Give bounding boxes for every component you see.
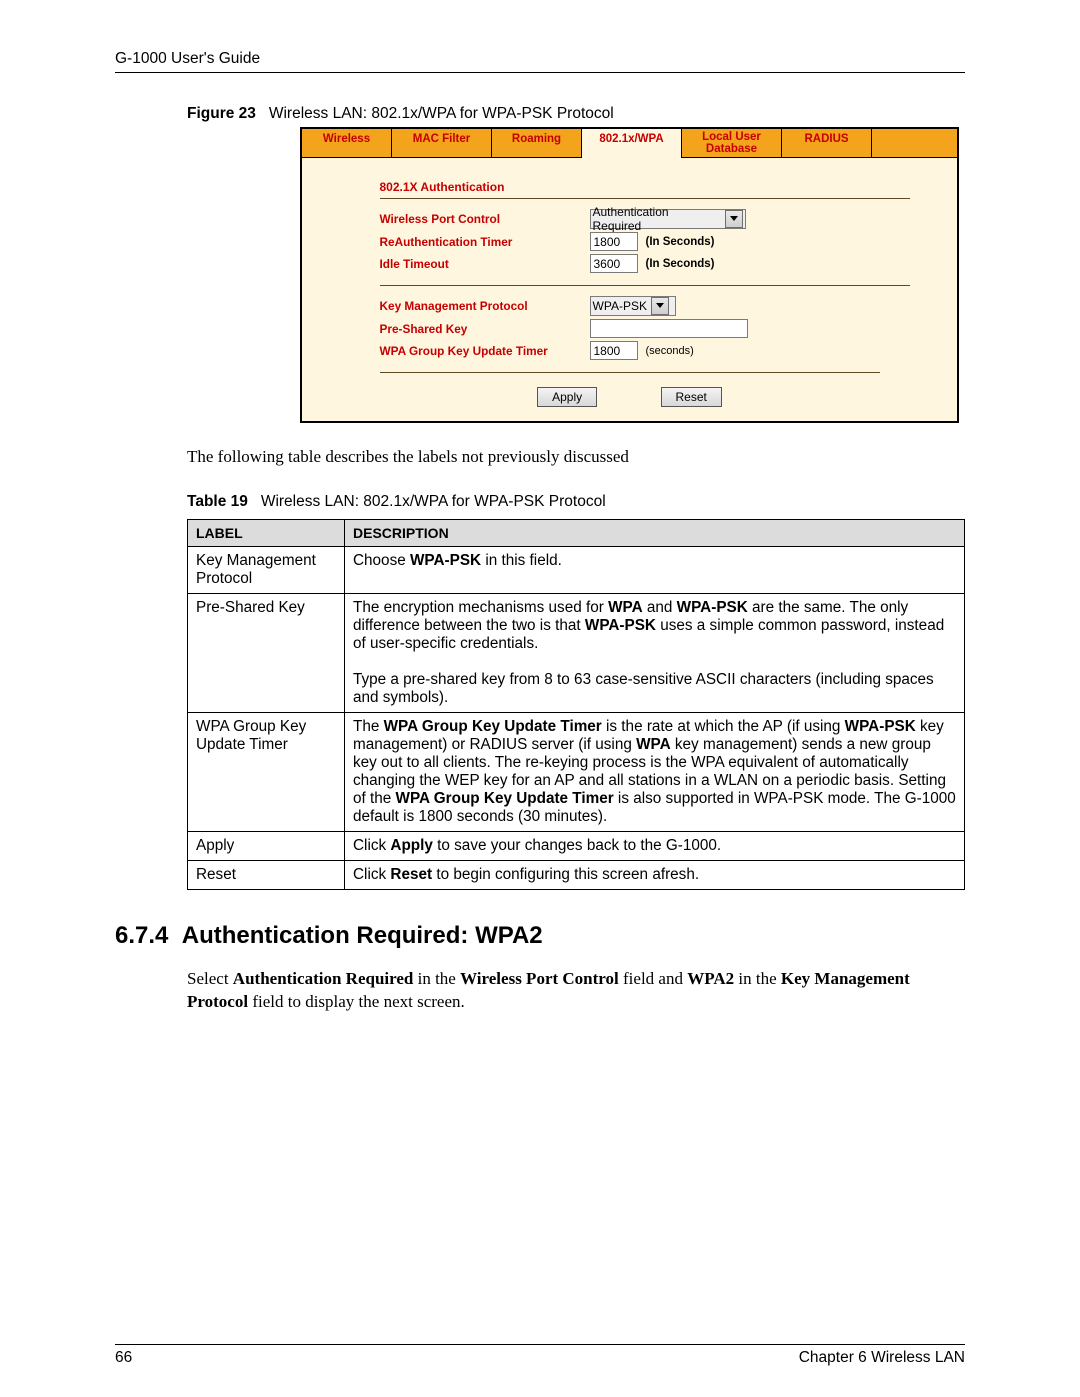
label-idle-timeout: Idle Timeout [380,257,590,271]
table-row: Key Management Protocol Choose WPA-PSK i… [188,547,965,594]
cell-label: Key Management Protocol [188,547,345,594]
label-group-key: WPA Group Key Update Timer [380,344,590,358]
header-rule [115,72,965,73]
tab-radius[interactable]: RADIUS [782,129,872,158]
tab-roaming[interactable]: Roaming [492,129,582,158]
footer: 66 Chapter 6 Wireless LAN [115,1344,965,1367]
tab-mac-filter[interactable]: MAC Filter [392,129,492,158]
label-port-control: Wireless Port Control [380,212,590,226]
input-reauth-timer[interactable] [590,232,638,251]
header-guide: G-1000 User's Guide [115,50,965,68]
cell-label: Apply [188,832,345,861]
table-caption: Table 19 Wireless LAN: 802.1x/WPA for WP… [187,493,965,511]
cell-desc: The WPA Group Key Update Timer is the ra… [345,713,965,832]
table-19: LABEL DESCRIPTION Key Management Protoco… [187,519,965,890]
select-port-control[interactable]: Authentication Required [590,209,746,229]
table-row: Pre-Shared Key The encryption mechanisms… [188,594,965,713]
suffix-seconds: (In Seconds) [646,236,715,248]
cell-label: WPA Group Key Update Timer [188,713,345,832]
input-psk[interactable] [590,319,748,338]
th-label: LABEL [188,520,345,547]
label-key-mgmt: Key Management Protocol [380,299,590,313]
table-title: Wireless LAN: 802.1x/WPA for WPA-PSK Pro… [261,493,606,510]
intro-paragraph: The following table describes the labels… [187,447,965,467]
tab-local-user-db[interactable]: Local User Database [682,129,782,158]
input-idle-timeout[interactable] [590,254,638,273]
label-reauth-timer: ReAuthentication Timer [380,235,590,249]
tabs: Wireless MAC Filter Roaming 802.1x/WPA L… [302,129,957,158]
select-key-mgmt[interactable]: WPA-PSK [590,296,676,316]
section-number: 6.7.4 [115,922,168,949]
cell-desc: Choose WPA-PSK in this field. [345,547,965,594]
table-header-row: LABEL DESCRIPTION [188,520,965,547]
figure-number: Figure 23 [187,105,256,122]
suffix-seconds-small: (seconds) [646,345,694,357]
chevron-down-icon [725,210,743,228]
chevron-down-icon [651,297,669,315]
table-row: WPA Group Key Update Timer The WPA Group… [188,713,965,832]
section-heading: 6.7.4 Authentication Required: WPA2 [115,922,965,950]
router-ui-figure: Wireless MAC Filter Roaming 802.1x/WPA L… [300,127,959,423]
page-number: 66 [115,1349,132,1367]
figure-caption: Figure 23 Wireless LAN: 802.1x/WPA for W… [187,105,965,123]
section-8021x-auth: 802.1X Authentication [380,180,910,199]
cell-label: Reset [188,861,345,890]
tab-wireless[interactable]: Wireless [302,129,392,158]
section-title: Authentication Required: WPA2 [182,922,543,949]
table-row: Reset Click Reset to begin configuring t… [188,861,965,890]
cell-desc: Click Reset to begin configuring this sc… [345,861,965,890]
apply-button[interactable]: Apply [537,387,597,407]
figure-title: Wireless LAN: 802.1x/WPA for WPA-PSK Pro… [269,105,614,122]
th-description: DESCRIPTION [345,520,965,547]
table-row: Apply Click Apply to save your changes b… [188,832,965,861]
section-paragraph: Select Authentication Required in the Wi… [187,968,965,1014]
label-psk: Pre-Shared Key [380,322,590,336]
cell-label: Pre-Shared Key [188,594,345,713]
suffix-seconds: (In Seconds) [646,258,715,270]
tab-8021x-wpa[interactable]: 802.1x/WPA [582,129,682,158]
cell-desc: The encryption mechanisms used for WPA a… [345,594,965,713]
chapter-label: Chapter 6 Wireless LAN [799,1349,965,1367]
table-number: Table 19 [187,493,248,510]
cell-desc: Click Apply to save your changes back to… [345,832,965,861]
reset-button[interactable]: Reset [661,387,722,407]
input-group-key[interactable] [590,341,638,360]
